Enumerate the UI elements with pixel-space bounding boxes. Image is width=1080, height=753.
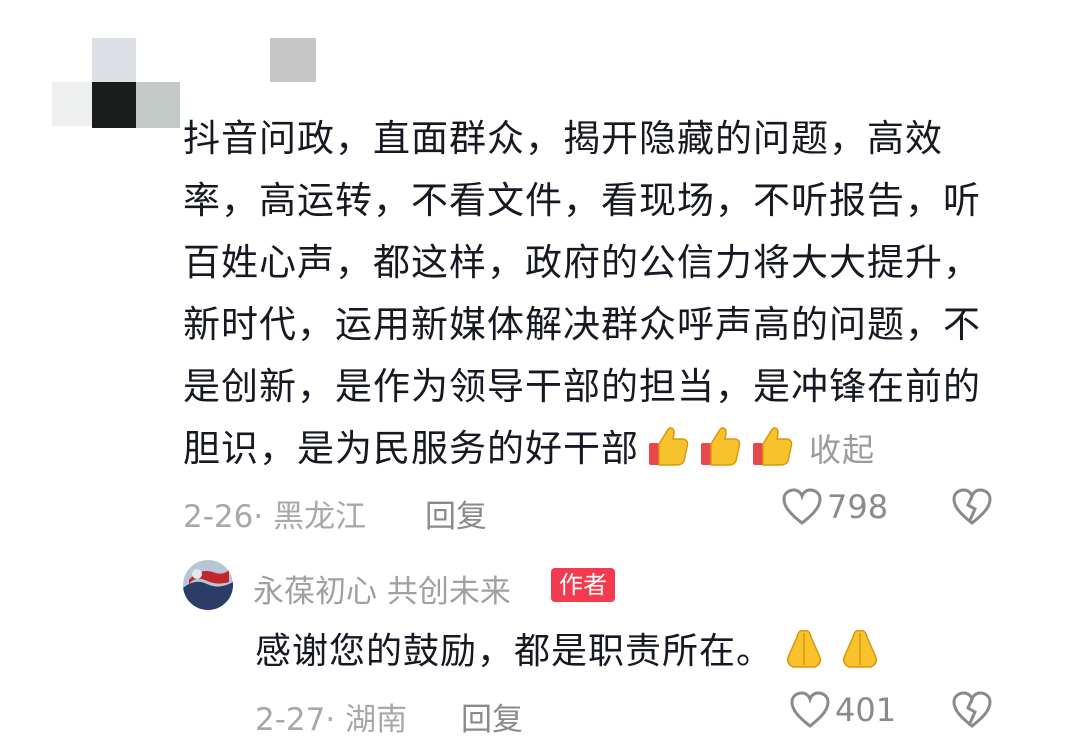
comment-body: 抖音问政，直面群众，揭开隐藏的问题，高效率，高运转，不看文件，看现场，不听报告，…	[183, 108, 1003, 481]
author-name[interactable]: 永葆初心 共创未来	[253, 566, 511, 611]
thumbs-up-icon	[701, 427, 741, 466]
comment-like-button[interactable]: 798	[781, 487, 888, 527]
reply-reply-button[interactable]: 回复	[461, 694, 523, 739]
comment-like-count: 798	[827, 488, 889, 526]
heart-outline-icon	[790, 691, 830, 728]
broken-heart-icon	[952, 691, 992, 728]
reply-meta: 2-27· 湖南 回复 401	[255, 690, 1015, 739]
comment-text: 抖音问政，直面群众，揭开隐藏的问题，高效率，高运转，不看文件，看现场，不听报告，…	[183, 108, 1003, 481]
folded-hands-icon	[842, 629, 878, 668]
comment-text-content: 抖音问政，直面群众，揭开隐藏的问题，高效率，高运转，不看文件，看现场，不听报告，…	[183, 117, 981, 470]
reply-date-location: 2-27· 湖南	[255, 702, 408, 738]
author-badge: 作者	[551, 568, 615, 602]
reply-dislike-button[interactable]	[951, 690, 993, 738]
comment-meta: 2-26· 黑龙江 回复 798	[183, 487, 1003, 536]
collapse-link[interactable]: 收起	[809, 431, 875, 469]
heart-outline-icon	[782, 488, 822, 525]
folded-hands-icon	[786, 629, 822, 668]
author-avatar[interactable]	[183, 560, 233, 610]
author-avatar-image	[183, 560, 233, 610]
reply-like-count: 401	[835, 691, 897, 729]
thumbs-up-icon	[649, 427, 689, 466]
comment-dislike-button[interactable]	[951, 487, 993, 535]
reply-text-content: 感谢您的鼓励，都是职责所在。	[255, 631, 774, 672]
reply-text: 感谢您的鼓励，都是职责所在。	[255, 622, 885, 674]
comment-reply-button[interactable]: 回复	[425, 491, 487, 536]
broken-heart-icon	[952, 488, 992, 525]
comment-date-location: 2-26· 黑龙江	[183, 499, 367, 535]
reply-like-button[interactable]: 401	[789, 690, 896, 730]
thumbs-up-icon	[753, 427, 793, 466]
